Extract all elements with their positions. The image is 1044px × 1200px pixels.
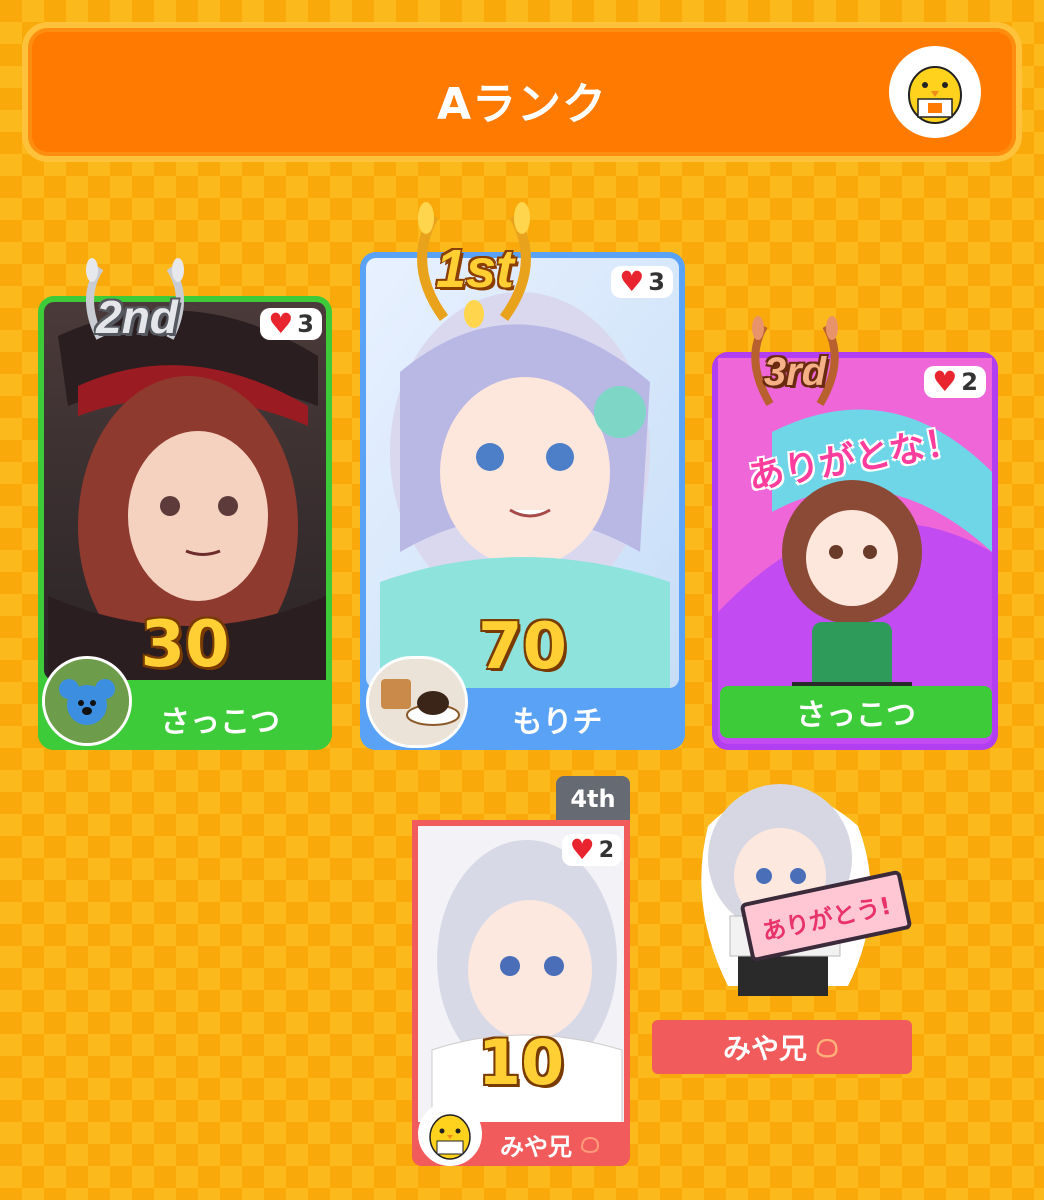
rank-badge-4th: 4th [556, 776, 630, 822]
heart-icon: ♥ [268, 307, 294, 340]
player-name: もりチ [512, 705, 603, 740]
heart-count: ♥ 3 [611, 266, 673, 298]
coffee-avatar-icon [369, 659, 465, 745]
score-value: 10 [477, 1026, 565, 1099]
player-name: さっこつ [796, 698, 916, 733]
rank-badge-1st: 1st [435, 239, 515, 299]
ranking-card-4th[interactable]: 10 みや兄 ♥ 2 [412, 820, 630, 1166]
heart-count-value: 3 [648, 268, 665, 296]
chibi-name: みや兄 [722, 1032, 807, 1065]
player-name: さっこつ [160, 705, 280, 740]
player-avatar[interactable] [366, 656, 468, 748]
heart-count: ♥ 3 [260, 308, 322, 340]
koala-avatar-icon [45, 659, 129, 743]
player-avatar[interactable] [42, 656, 132, 746]
heart-count: ♥ 2 [561, 833, 622, 866]
player-name: みや兄 [500, 1132, 572, 1161]
heart-icon: ♥ [932, 365, 958, 398]
heart-count-value: 3 [297, 310, 314, 338]
player-name-bar-3rd: さっこつ [720, 686, 992, 738]
heart-icon: ♥ [569, 833, 595, 866]
chibi-nameplate: みや兄 [652, 1020, 912, 1074]
ranking-card-2nd[interactable]: 30 さっこつ ♥ 3 [38, 296, 332, 750]
heart-icon: ♥ [619, 265, 645, 298]
chick-icon [429, 1114, 471, 1160]
rank-header: Aランク [22, 22, 1022, 162]
heart-count: ♥ 2 [924, 366, 986, 398]
player-avatar[interactable] [418, 1102, 482, 1166]
heart-count-value: 2 [598, 837, 614, 863]
bird-icon [580, 1136, 600, 1154]
rank-badge-3rd: 3rd [763, 350, 827, 394]
bird-icon [816, 1038, 838, 1058]
profile-avatar[interactable] [892, 49, 978, 135]
rank-title: Aランク [436, 79, 608, 130]
rank-badge-2nd: 2nd [96, 291, 178, 343]
heart-count-value: 2 [961, 368, 978, 396]
chick-icon [908, 66, 962, 124]
